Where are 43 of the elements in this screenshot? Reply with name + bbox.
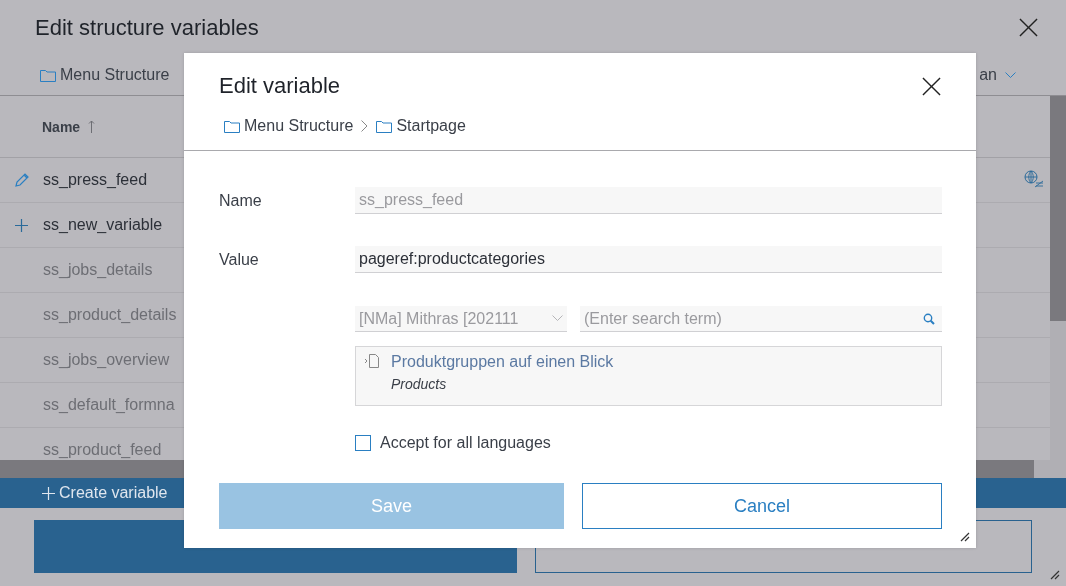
variable-name: ss_jobs_overview (43, 351, 170, 369)
window-title: Edit structure variables (35, 14, 259, 41)
variable-name: ss_press_feed (43, 171, 148, 189)
search-field[interactable]: (Enter search term) (580, 306, 942, 332)
result-subtitle: Products (391, 376, 448, 392)
search-icon (923, 313, 935, 325)
dialog-title: Edit variable (219, 73, 341, 99)
plus-icon (15, 218, 28, 232)
chevron-right-icon (361, 120, 369, 132)
resize-handle-icon[interactable] (1050, 570, 1060, 580)
scrollbar-thumb[interactable] (1050, 96, 1066, 321)
close-icon (922, 76, 941, 96)
folder-icon (376, 119, 393, 133)
close-icon (1019, 18, 1038, 37)
chevron-down-icon (552, 315, 563, 322)
variable-name: ss_new_variable (43, 216, 163, 234)
result-title: Produktgruppen auf einen Blick (391, 353, 614, 371)
search-result[interactable]: Produktgruppen auf einen Blick Products (355, 346, 942, 406)
cancel-button[interactable]: Cancel (582, 483, 942, 529)
close-button[interactable] (1019, 18, 1038, 37)
column-header[interactable]: Name (42, 118, 96, 135)
resize-handle-icon[interactable] (960, 532, 970, 542)
language-dropdown[interactable]: an (979, 66, 1016, 84)
chevron-down-icon (1005, 71, 1016, 79)
variable-name: ss_product_feed (43, 441, 162, 459)
field-label: Name (219, 191, 263, 210)
checkbox[interactable] (355, 435, 371, 451)
close-button[interactable] (922, 76, 941, 96)
pencil-icon (13, 172, 30, 188)
folder-icon (224, 119, 240, 133)
globe-icon (1024, 170, 1044, 190)
plus-icon (42, 486, 55, 500)
breadcrumb-item[interactable]: Menu Structure (244, 117, 354, 135)
checkbox-label: Accept for all languages (380, 434, 551, 452)
breadcrumb-item[interactable]: Menu Structure (60, 66, 170, 84)
variable-name: ss_jobs_details (43, 261, 153, 279)
page-icon (364, 353, 381, 369)
variable-name: ss_default_formna (43, 396, 175, 414)
variable-name: ss_product_details (43, 306, 177, 324)
input-field[interactable]: pageref:productcategories (355, 246, 942, 273)
breadcrumb-item[interactable]: Startpage (396, 117, 466, 135)
folder-icon (40, 68, 56, 82)
field-label: Value (219, 250, 260, 269)
